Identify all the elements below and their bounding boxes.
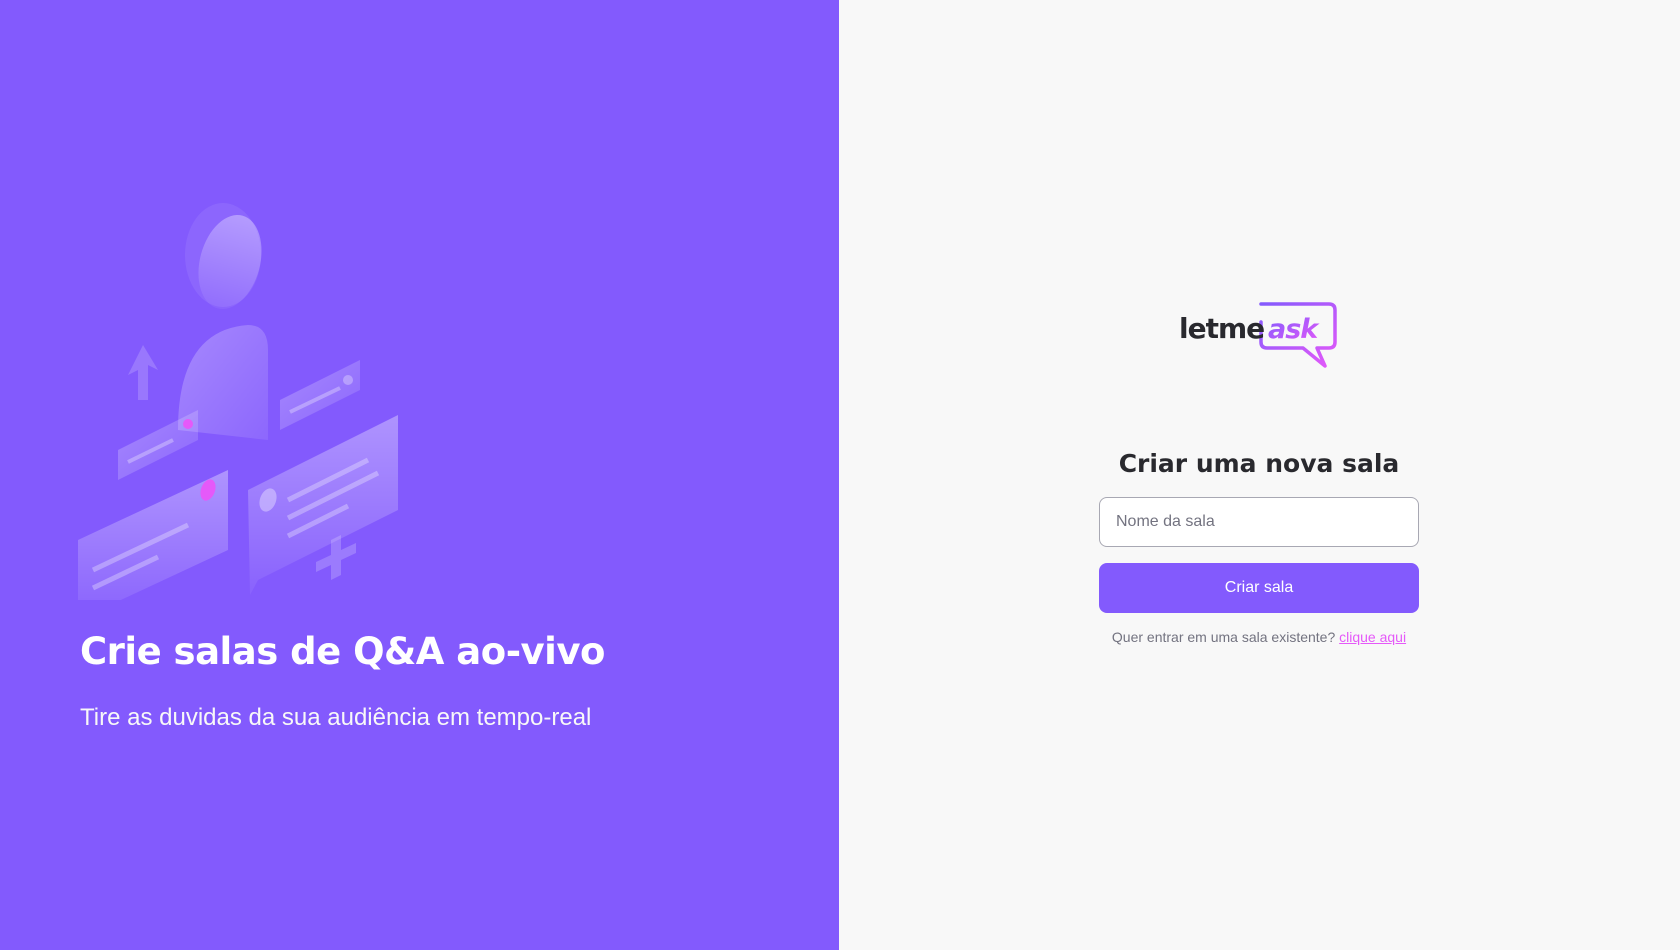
page: Crie salas de Q&A ao-vivo Tire as duvida… — [0, 0, 1680, 950]
existing-room-link[interactable]: clique aqui — [1339, 629, 1406, 645]
aside-panel: Crie salas de Q&A ao-vivo Tire as duvida… — [0, 0, 839, 950]
main-panel: letme ask Criar uma nova sala Criar sala… — [839, 0, 1680, 950]
existing-room-text: Quer entrar em uma sala existente? — [1111, 629, 1336, 645]
create-room-button[interactable]: Criar sala — [1099, 563, 1419, 613]
logo-text-ask: ask — [1268, 314, 1320, 345]
room-name-input[interactable] — [1099, 497, 1419, 547]
create-room-heading: Criar uma nova sala — [1118, 449, 1400, 478]
aside-title: Crie salas de Q&A ao-vivo — [80, 630, 605, 673]
create-room-form: letme ask Criar uma nova sala Criar sala… — [1099, 300, 1419, 645]
logo-text-letme: letme — [1179, 312, 1264, 345]
qa-illustration — [78, 203, 398, 600]
letmeask-logo: letme ask — [1179, 302, 1337, 368]
aside-subtitle: Tire as duvidas da sua audiência em temp… — [80, 704, 592, 731]
existing-room-prompt: Quer entrar em uma sala existente? cliqu… — [1112, 629, 1406, 645]
